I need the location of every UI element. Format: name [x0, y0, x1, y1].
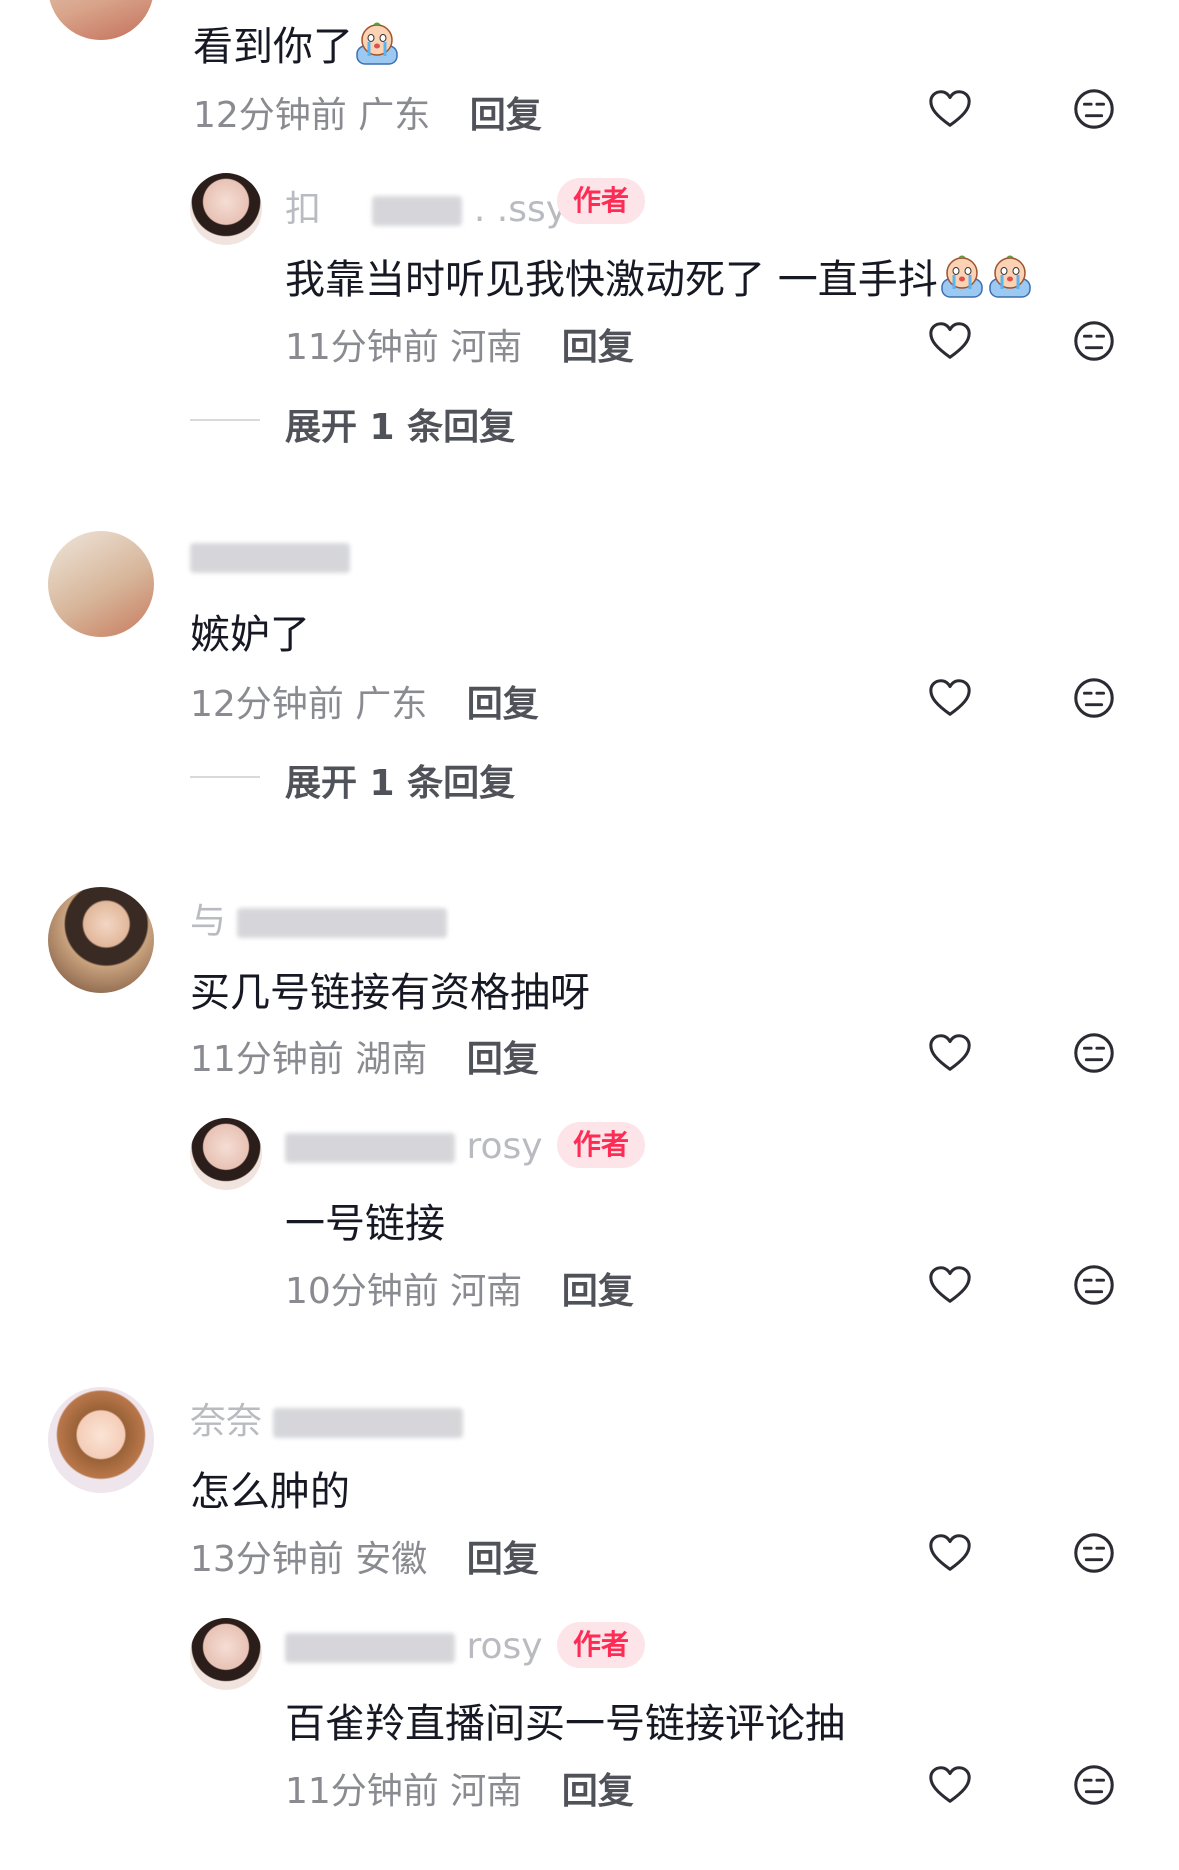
comment-content: 怎么肿的	[190, 1469, 350, 1515]
neutral-face-icon[interactable]	[1071, 86, 1117, 132]
comment-time: 12分钟前	[193, 95, 347, 136]
reply-meta: 10分钟前 河南 回复	[285, 1262, 634, 1314]
reply-meta: 11分钟前 河南 回复	[285, 1762, 634, 1814]
reply-username[interactable]: rosy	[285, 1126, 543, 1167]
expand-divider	[190, 776, 260, 778]
heart-outline-icon[interactable]	[927, 675, 973, 721]
crying-baby-emoji	[986, 253, 1034, 299]
comment-meta: 11分钟前 湖南 回复	[190, 1030, 539, 1082]
heart-outline-icon[interactable]	[927, 1530, 973, 1576]
avatar[interactable]	[48, 1387, 154, 1493]
avatar[interactable]	[48, 0, 154, 40]
crying-baby-emoji	[353, 20, 401, 66]
neutral-face-icon[interactable]	[1071, 1262, 1117, 1308]
heart-outline-icon[interactable]	[927, 1762, 973, 1808]
comment-content: 嫉妒了	[190, 612, 310, 658]
reply-button[interactable]: 回复	[562, 327, 634, 368]
reply-time: 11分钟前	[285, 1771, 439, 1812]
reply-location: 河南	[450, 1271, 523, 1312]
neutral-face-icon[interactable]	[1071, 1530, 1117, 1576]
avatar[interactable]	[48, 531, 154, 637]
reply-button[interactable]: 回复	[467, 684, 539, 725]
avatar[interactable]	[48, 887, 154, 993]
heart-outline-icon[interactable]	[927, 1262, 973, 1308]
comment-time: 12分钟前	[190, 684, 344, 725]
comment-username[interactable]: 奈奈	[190, 1392, 464, 1444]
comment-content: 买几号链接有资格抽呀	[190, 970, 590, 1016]
reply-content: 百雀羚直播间买一号链接评论抽	[285, 1701, 845, 1747]
crying-baby-emoji	[938, 253, 986, 299]
comment-username[interactable]	[190, 536, 350, 577]
reply-username[interactable]: rosy	[285, 1626, 543, 1667]
reply-button[interactable]: 回复	[562, 1271, 634, 1312]
author-badge: 作者	[557, 1622, 646, 1668]
neutral-face-icon[interactable]	[1071, 318, 1117, 364]
comment-time: 13分钟前	[190, 1539, 344, 1580]
reply-button[interactable]: 回复	[467, 1039, 539, 1080]
neutral-face-icon[interactable]	[1071, 1762, 1117, 1808]
heart-outline-icon[interactable]	[927, 86, 973, 132]
avatar[interactable]	[190, 1118, 262, 1190]
reply-meta: 11分钟前 河南 回复	[285, 318, 634, 370]
comment-location: 广东	[355, 684, 428, 725]
expand-divider	[190, 419, 260, 421]
reply-location: 河南	[450, 327, 523, 368]
reply-button[interactable]: 回复	[470, 95, 542, 136]
comment-meta: 12分钟前 广东 回复	[190, 675, 539, 727]
avatar[interactable]	[190, 1618, 262, 1690]
reply-content: 一号链接	[285, 1201, 445, 1247]
reply-button[interactable]: 回复	[467, 1539, 539, 1580]
heart-outline-icon[interactable]	[927, 1030, 973, 1076]
author-badge: 作者	[557, 1122, 646, 1168]
comment-meta: 13分钟前 安徽 回复	[190, 1530, 539, 1582]
comment-location: 湖南	[355, 1039, 428, 1080]
reply-location: 河南	[450, 1771, 523, 1812]
expand-replies-button[interactable]: 展开 1 条回复	[285, 754, 515, 806]
comment-content: 看到你了	[193, 14, 401, 72]
comment-meta: 12分钟前 广东 回复	[193, 86, 542, 138]
neutral-face-icon[interactable]	[1071, 1030, 1117, 1076]
heart-outline-icon[interactable]	[927, 318, 973, 364]
comment-location: 广东	[358, 95, 431, 136]
reply-time: 10分钟前	[285, 1271, 439, 1312]
comment-time: 11分钟前	[190, 1039, 344, 1080]
avatar[interactable]	[190, 173, 262, 245]
expand-replies-button[interactable]: 展开 1 条回复	[285, 398, 515, 450]
author-badge: 作者	[557, 178, 646, 224]
neutral-face-icon[interactable]	[1071, 675, 1117, 721]
reply-time: 11分钟前	[285, 327, 439, 368]
reply-username[interactable]: 扣 . .ssy	[285, 180, 567, 232]
reply-content: 我靠当时听见我快激动死了 一直手抖	[285, 247, 1034, 305]
comment-username[interactable]: 与	[190, 892, 448, 944]
comment-location: 安徽	[355, 1539, 428, 1580]
reply-button[interactable]: 回复	[562, 1771, 634, 1812]
